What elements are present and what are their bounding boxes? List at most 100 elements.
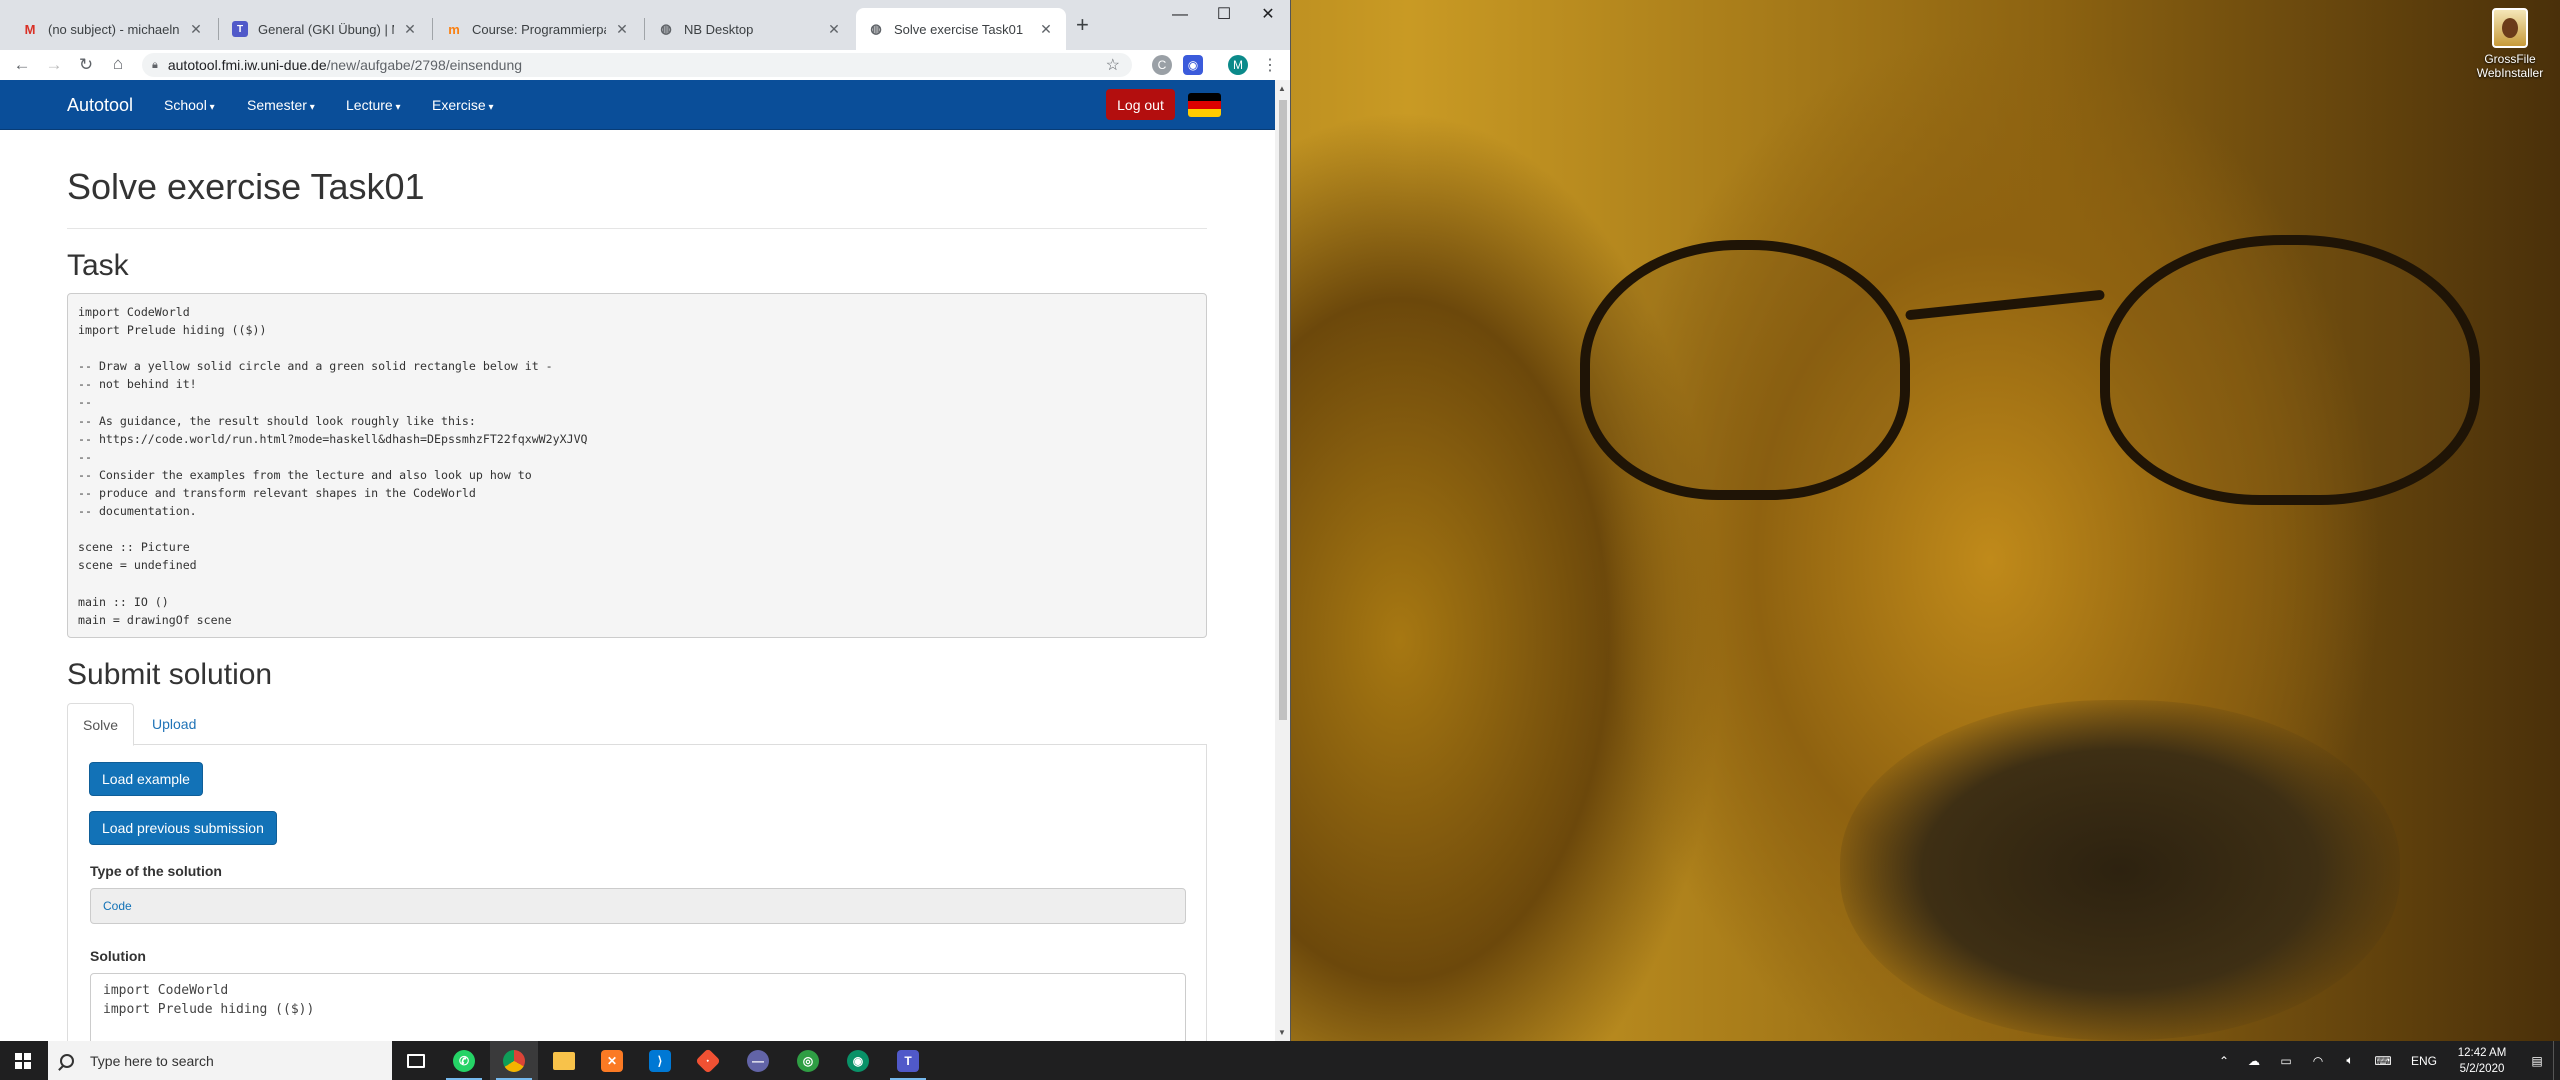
tab-title: Solve exercise Task01 xyxy=(894,21,1024,37)
address-bar[interactable]: 🔒︎ autotool.fmi.iw.uni-due.de /new/aufga… xyxy=(142,53,1132,77)
desktop-shortcut-label-1: GrossFile xyxy=(2484,52,2536,66)
home-icon[interactable]: ⌂ xyxy=(102,54,134,74)
search-placeholder: Type here to search xyxy=(90,1052,214,1069)
german-flag-icon[interactable] xyxy=(1188,93,1221,117)
wallpaper-beard xyxy=(1840,700,2400,1040)
chrome-icon xyxy=(503,1049,525,1072)
menu-kebab-icon[interactable]: ⋮ xyxy=(1260,55,1280,75)
scroll-down-icon[interactable]: ▼ xyxy=(1278,1028,1286,1037)
extension-icon[interactable]: C xyxy=(1152,55,1172,75)
url-path: /new/aufgabe/2798/einsendung xyxy=(326,57,523,73)
reload-icon[interactable]: ↻ xyxy=(70,55,102,75)
gmail-icon: M xyxy=(24,21,36,37)
keyboard-icon[interactable]: ⌨ xyxy=(2368,1041,2398,1080)
tab-title: General (GKI Übung) | Micro xyxy=(258,21,394,37)
close-tab-icon[interactable]: ✕ xyxy=(188,21,204,38)
load-example-button[interactable]: Load example xyxy=(89,762,203,796)
taskbar-search[interactable]: Type here to search xyxy=(48,1041,392,1080)
solution-type-field[interactable]: Code xyxy=(90,888,1186,924)
divider xyxy=(67,228,1207,229)
tab-solve-exercise[interactable]: ◍ Solve exercise Task01 ✕ xyxy=(856,8,1066,50)
nav-lecture[interactable]: Lecture xyxy=(346,97,401,113)
taskbar-whatsapp[interactable]: ✆ xyxy=(440,1041,488,1080)
tab-separator xyxy=(432,18,433,40)
submit-heading: Submit solution xyxy=(67,658,273,691)
close-tab-icon[interactable]: ✕ xyxy=(1038,21,1054,38)
teams-icon: T xyxy=(897,1049,919,1072)
nav-exercise[interactable]: Exercise xyxy=(432,97,494,113)
taskbar-app[interactable]: — xyxy=(734,1041,782,1080)
new-tab-button[interactable]: + xyxy=(1076,12,1089,38)
nav-school[interactable]: School xyxy=(164,97,215,113)
bookmark-star-icon[interactable]: ☆ xyxy=(1106,55,1120,75)
taskbar-app[interactable]: ◎ xyxy=(784,1041,832,1080)
browser-window: M (no subject) - michaelnadal ✕ T Genera… xyxy=(0,0,1291,1041)
solve-panel: Load example Load previous submission Ty… xyxy=(67,745,1207,1041)
scroll-up-icon[interactable]: ▲ xyxy=(1278,84,1286,93)
close-tab-icon[interactable]: ✕ xyxy=(826,21,842,38)
close-tab-icon[interactable]: ✕ xyxy=(402,21,418,38)
tab-moodle[interactable]: m Course: Programmierparadi ✕ xyxy=(434,8,642,50)
show-desktop-button[interactable] xyxy=(2553,1041,2560,1080)
git-icon: · xyxy=(695,1047,721,1074)
globe-icon: ◍ xyxy=(660,21,672,36)
start-button[interactable] xyxy=(0,1041,46,1080)
taskbar: Type here to search ✆ ✕ ⟩ · — ◎ ◉ T ⌃ ☁ … xyxy=(0,1041,2560,1080)
extension-icon[interactable]: ◉ xyxy=(1183,55,1203,75)
url-host: autotool.fmi.iw.uni-due.de xyxy=(167,57,327,73)
desktop-shortcut[interactable]: GrossFile WebInstaller xyxy=(2470,8,2550,80)
taskbar-app[interactable]: ◉ xyxy=(834,1041,882,1080)
notification-icon[interactable]: ▤ xyxy=(2524,1041,2550,1080)
onedrive-icon[interactable]: ☁ xyxy=(2240,1041,2268,1080)
solution-label: Solution xyxy=(90,948,146,964)
forward-icon[interactable]: → xyxy=(38,55,70,75)
taskbar-git[interactable]: · xyxy=(684,1041,732,1080)
language-indicator[interactable]: ENG xyxy=(2404,1041,2444,1080)
tab-title: (no subject) - michaelnadal xyxy=(48,21,180,37)
tab-upload[interactable]: Upload xyxy=(137,703,211,746)
task-code-block: import CodeWorld import Prelude hiding (… xyxy=(67,293,1207,638)
wifi-icon[interactable]: ◠ xyxy=(2304,1041,2332,1080)
folder-icon xyxy=(553,1051,575,1070)
battery-icon[interactable]: ▭ xyxy=(2272,1041,2300,1080)
whatsapp-icon: ✆ xyxy=(453,1049,475,1072)
tab-gmail[interactable]: M (no subject) - michaelnadal ✕ xyxy=(10,8,216,50)
type-label: Type of the solution xyxy=(90,863,222,879)
task-view-icon xyxy=(407,1053,425,1068)
taskbar-vscode[interactable]: ⟩ xyxy=(636,1041,684,1080)
globe-icon: ◍ xyxy=(870,21,882,36)
minimize-button[interactable]: — xyxy=(1158,0,1202,32)
site-navbar: Autotool School Semester Lecture Exercis… xyxy=(0,80,1275,130)
page-title: Solve exercise Task01 xyxy=(67,166,425,207)
load-previous-submission-button[interactable]: Load previous submission xyxy=(89,811,277,845)
tab-teams[interactable]: T General (GKI Übung) | Micro ✕ xyxy=(220,8,430,50)
task-view-button[interactable] xyxy=(392,1041,440,1080)
taskbar-chrome[interactable] xyxy=(490,1041,538,1080)
teams-icon: T xyxy=(232,21,248,37)
taskbar-teams[interactable]: T xyxy=(884,1041,932,1080)
close-tab-icon[interactable]: ✕ xyxy=(614,21,630,38)
scroll-thumb[interactable] xyxy=(1279,100,1287,720)
brand-link[interactable]: Autotool xyxy=(67,95,133,116)
clock-time: 12:42 AM xyxy=(2457,1047,2507,1059)
back-icon[interactable]: ← xyxy=(6,55,38,75)
maximize-button[interactable]: ☐ xyxy=(1202,0,1246,32)
volume-icon[interactable]: 🔈︎ xyxy=(2336,1041,2364,1080)
show-hidden-icons[interactable]: ⌃ xyxy=(2212,1041,2236,1080)
tab-title: NB Desktop xyxy=(684,21,754,37)
wallpaper-glasses-right-lens xyxy=(2100,235,2480,505)
close-window-button[interactable]: ✕ xyxy=(1246,0,1290,32)
taskbar-file-explorer[interactable] xyxy=(540,1041,588,1080)
submission-tabs: Solve Upload xyxy=(67,703,1207,746)
page-scrollbar[interactable]: ▲ ▼ xyxy=(1275,80,1290,1041)
tab-solve[interactable]: Solve xyxy=(67,703,135,746)
page-content: Solve exercise Task01 Task import CodeWo… xyxy=(0,131,1275,1041)
solution-editor[interactable]: import CodeWorld import Prelude hiding (… xyxy=(90,973,1186,1041)
nav-semester[interactable]: Semester xyxy=(247,97,315,113)
profile-avatar[interactable]: M xyxy=(1228,55,1248,75)
wallpaper-glasses-left-lens xyxy=(1580,240,1910,500)
tab-nb-desktop[interactable]: ◍ NB Desktop ✕ xyxy=(646,8,854,50)
logout-button[interactable]: Log out xyxy=(1106,89,1175,120)
taskbar-xampp[interactable]: ✕ xyxy=(588,1041,636,1080)
clock[interactable]: 12:42 AM 5/2/2020 xyxy=(2446,1045,2518,1077)
